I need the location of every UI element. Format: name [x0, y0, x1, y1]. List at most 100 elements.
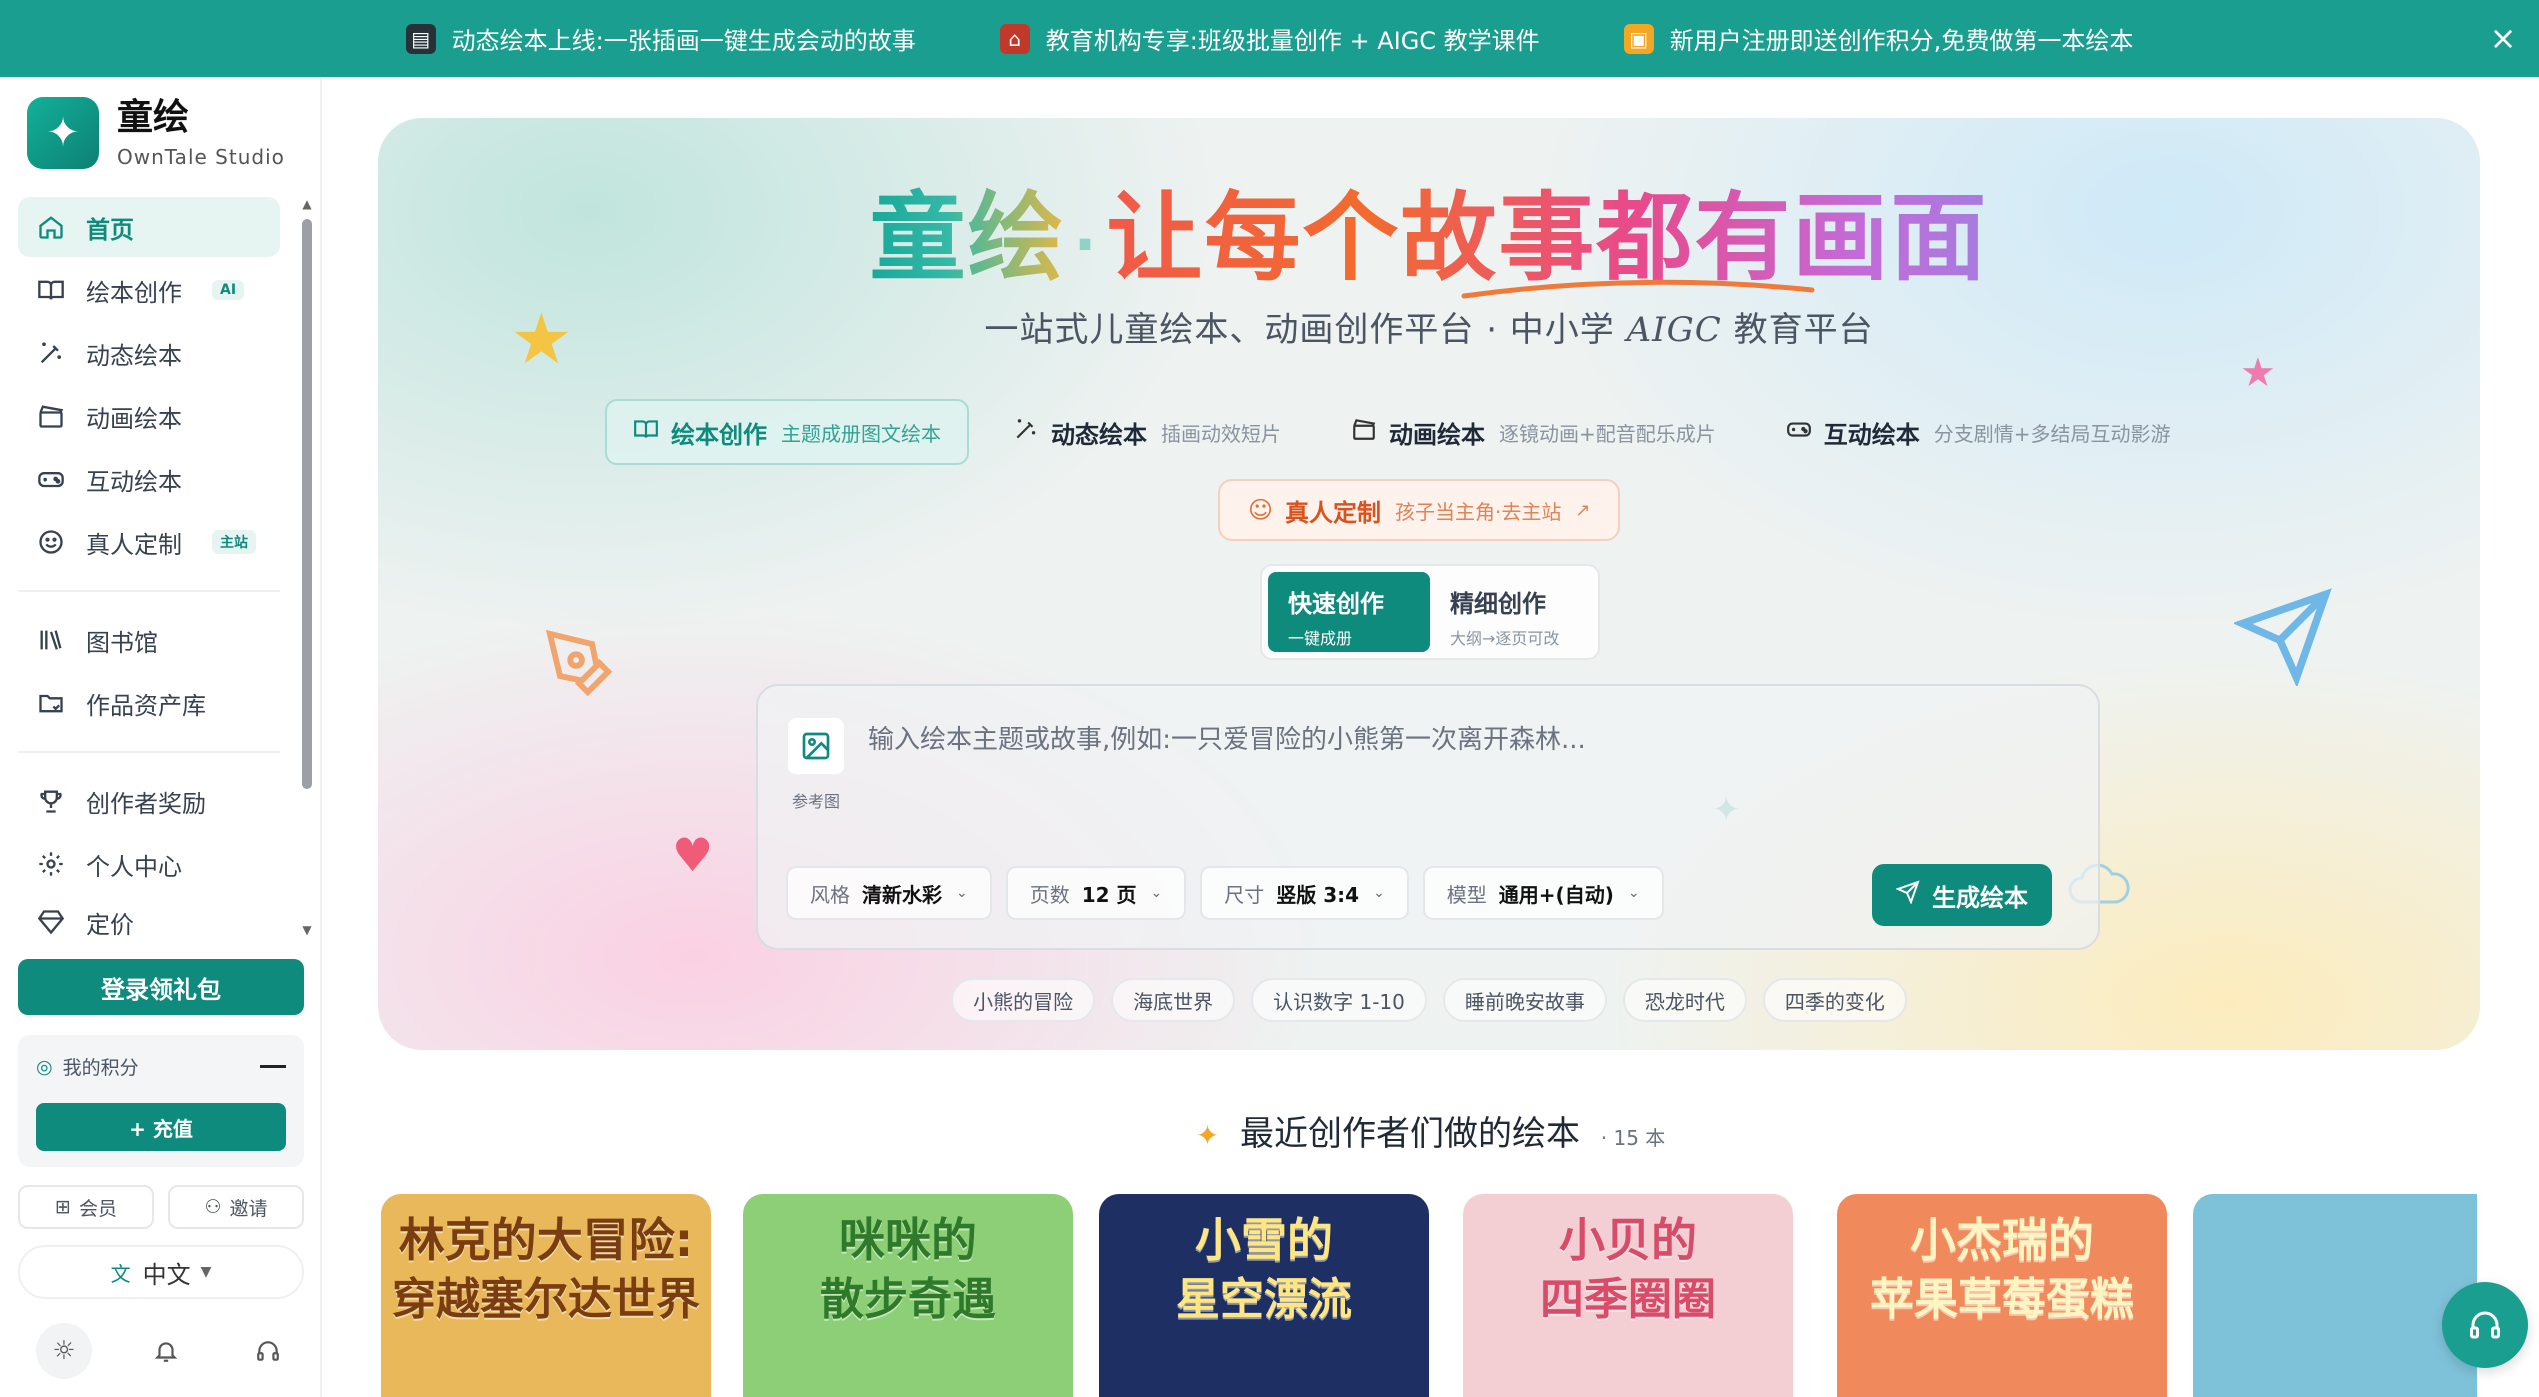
sidebar-item-pricing[interactable]: 定价 — [18, 897, 280, 937]
gamepad-icon — [1786, 416, 1812, 448]
option-key: 尺寸 — [1224, 882, 1265, 907]
quick-create-option[interactable]: 快速创作 一键成册 — [1268, 572, 1430, 652]
recharge-button[interactable]: + 充值 — [36, 1103, 286, 1151]
chevron-down-icon: ⌄ — [956, 885, 968, 901]
brand[interactable]: ✦ 童绘 OwnTale Studio — [27, 97, 285, 169]
book-card[interactable]: 小雪的 星空漂流 — [1099, 1194, 1429, 1397]
language-select[interactable]: 文 中文 ▼ — [18, 1245, 304, 1299]
story-composer: 参考图 风格 清新水彩 ⌄ 页数 12 页 ⌄ 尺寸 竖版 3:4 ⌄ 模型 通… — [756, 684, 2100, 950]
sidebar-item-custom[interactable]: 真人定制 主站 — [18, 512, 280, 572]
suggestion-chip[interactable]: 恐龙时代 — [1622, 978, 1747, 1022]
hero-subtitle-b: 教育平台 — [1721, 310, 1874, 350]
model-select[interactable]: 模型 通用+(自动) ⌄ — [1422, 866, 1664, 920]
book-card[interactable]: 小杰瑞的 苹果草莓蛋糕 — [1837, 1194, 2167, 1397]
custom-desc: 孩子当主角·去主站 — [1395, 499, 1562, 524]
invite-label: 邀请 — [229, 1197, 268, 1220]
main-site-badge: 主站 — [212, 530, 256, 554]
sidebar-item-library[interactable]: 图书馆 — [18, 610, 280, 670]
generate-book-button[interactable]: 生成绘本 — [1872, 864, 2052, 926]
sidebar-item-assets[interactable]: 作品资产库 — [18, 673, 280, 733]
sidebar-item-label: 个人中心 — [86, 852, 182, 881]
theme-sun-icon[interactable]: ☼ — [36, 1323, 92, 1379]
suggestion-chip[interactable]: 海底世界 — [1111, 978, 1236, 1022]
announcement-item[interactable]: ⌂ 教育机构专享:班级批量创作 + AIGC 教学课件 — [999, 21, 1540, 56]
image-upload-icon[interactable] — [786, 716, 846, 776]
sidebar: ✦ 童绘 OwnTale Studio 首页 绘本创作 AI 动态绘本 动画绘本… — [0, 77, 322, 1397]
member-label: 会员 — [78, 1197, 117, 1220]
tab-dynamic-book[interactable]: 动态绘本 插画动效短片 — [987, 399, 1307, 465]
reference-image-label: 参考图 — [791, 792, 840, 811]
option-key: 风格 — [810, 882, 850, 907]
section-count: · 15 本 — [1600, 1126, 1666, 1150]
sidebar-item-picture-book[interactable]: 绘本创作 AI — [18, 260, 280, 320]
headphones-icon[interactable] — [2442, 1282, 2528, 1368]
sidebar-item-interactive-book[interactable]: 互动绘本 — [18, 449, 280, 509]
points-card: ◎ 我的积分 + 充值 — [18, 1035, 304, 1167]
book-card[interactable] — [2193, 1194, 2477, 1397]
close-icon[interactable]: × — [2485, 19, 2521, 57]
book-cover-title: 小杰瑞的 — [1910, 1213, 2094, 1267]
custom-portrait-link[interactable]: ☺ 真人定制 孩子当主角·去主站 ↗ — [1218, 479, 1621, 541]
tab-interactive-book[interactable]: 互动绘本 分支剧情+多结局互动影游 — [1760, 399, 2197, 465]
tab-desc: 主题成册图文绘本 — [781, 421, 941, 446]
login-gift-button[interactable]: 登录领礼包 — [18, 959, 304, 1015]
fine-create-option[interactable]: 精细创作 大纲→逐页可改 — [1430, 572, 1592, 652]
sidebar-item-rewards[interactable]: 创作者奖励 — [18, 771, 280, 831]
library-icon — [34, 623, 68, 657]
chevron-down-icon: ⌄ — [1627, 885, 1640, 901]
announcement-item[interactable]: ▣ 新用户注册即送创作积分,免费做第一本绘本 — [1623, 21, 2133, 56]
size-select[interactable]: 尺寸 竖版 3:4 ⌄ — [1200, 866, 1409, 920]
gift-icon: ▣ — [1623, 23, 1654, 54]
brand-subtitle: OwnTale Studio — [117, 145, 285, 169]
tab-desc: 插画动效短片 — [1161, 421, 1281, 446]
points-value-placeholder — [260, 1065, 286, 1068]
paper-plane-icon — [2232, 586, 2334, 690]
hero-underline-stroke — [1461, 279, 1815, 299]
suggestion-chip[interactable]: 四季的变化 — [1762, 978, 1907, 1022]
invite-button[interactable]: ⚇ 邀请 — [168, 1185, 304, 1229]
sidebar-item-label: 定价 — [86, 911, 134, 937]
scrollbar-thumb[interactable] — [302, 219, 312, 789]
book-cover-title: 林克的大冒险: — [398, 1213, 694, 1267]
book-cover-subtitle: 苹果草莓蛋糕 — [1870, 1274, 2134, 1325]
clapperboard-icon — [1351, 416, 1377, 448]
book-card[interactable]: 小贝的 四季圈圈 — [1463, 1194, 1793, 1397]
sidebar-item-home[interactable]: 首页 — [18, 197, 280, 257]
style-select[interactable]: 风格 清新水彩 ⌄ — [786, 866, 992, 920]
book-cover-subtitle: 四季圈圈 — [1540, 1274, 1716, 1325]
option-value: 通用+(自动) — [1498, 882, 1614, 907]
announcement-text: 动态绘本上线:一张插画一键生成会动的故事 — [451, 27, 916, 55]
sidebar-item-animated-book[interactable]: 动画绘本 — [18, 386, 280, 446]
book-card[interactable]: 林克的大冒险: 穿越塞尔达世界 — [381, 1194, 711, 1397]
suggestion-chip[interactable]: 睡前晚安故事 — [1442, 978, 1607, 1022]
sidebar-scrollbar[interactable]: ▲ ▼ — [300, 197, 314, 937]
tab-animated-book[interactable]: 动画绘本 逐镜动画+配音配乐成片 — [1325, 399, 1742, 465]
tab-picture-book[interactable]: 绘本创作 主题成册图文绘本 — [605, 399, 969, 465]
pink-star-icon: ★ — [2240, 350, 2276, 396]
bell-icon[interactable] — [138, 1323, 194, 1379]
member-button[interactable]: ⊞ 会员 — [18, 1185, 154, 1229]
hero-banner: ★ ★ ♥ ✦ 童绘·让每个故事都有画面 一站式儿童绘本、动画创作平台 · 中小… — [378, 118, 2480, 1050]
sidebar-item-profile[interactable]: 个人中心 — [18, 834, 280, 894]
headphones-icon[interactable] — [240, 1323, 296, 1379]
pages-select[interactable]: 页数 12 页 ⌄ — [1005, 866, 1187, 920]
suggestion-chip[interactable]: 认识数字 1-10 — [1251, 978, 1427, 1022]
option-desc: 一键成册 — [1288, 629, 1353, 648]
book-card[interactable]: 咪咪的 散步奇遇 — [743, 1194, 1073, 1397]
trophy-icon — [34, 784, 68, 818]
recent-books-row: 林克的大冒险: 穿越塞尔达世界 咪咪的 散步奇遇 小雪的 星空漂流 小贝的 四季… — [381, 1194, 2477, 1397]
external-link-icon: ↗ — [1575, 499, 1591, 521]
sidebar-item-dynamic-book[interactable]: 动态绘本 — [18, 323, 280, 383]
scroll-up-icon[interactable]: ▲ — [300, 197, 314, 211]
send-icon — [1895, 880, 1920, 910]
scroll-down-icon[interactable]: ▼ — [300, 923, 314, 937]
announcement-item[interactable]: ▤ 动态绘本上线:一张插画一键生成会动的故事 — [405, 21, 916, 56]
option-label: 快速创作 — [1288, 590, 1384, 618]
sidebar-item-label: 真人定制 — [86, 530, 182, 559]
book-cover-subtitle: 星空漂流 — [1176, 1274, 1352, 1325]
story-prompt-input[interactable] — [868, 720, 2068, 760]
suggestion-chip[interactable]: 小熊的冒险 — [951, 978, 1096, 1022]
chevron-down-icon: ⌄ — [1150, 885, 1163, 901]
book-cover-subtitle: 穿越塞尔达世界 — [392, 1274, 700, 1325]
hero-subtitle: 一站式儿童绘本、动画创作平台 · 中小学 AIGC 教育平台 — [378, 302, 2480, 351]
